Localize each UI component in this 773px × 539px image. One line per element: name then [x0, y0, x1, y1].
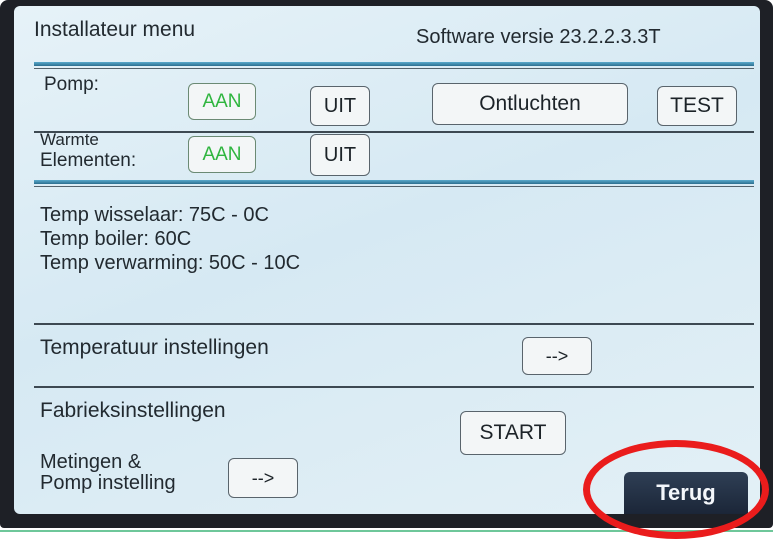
warmte-row-divider	[34, 180, 754, 184]
temperatuur-divider	[34, 386, 754, 388]
software-version: Software versie 23.2.2.3.3T	[416, 26, 661, 48]
temp-boiler: Temp boiler: 60C	[40, 228, 192, 250]
highlight-circle	[583, 440, 769, 539]
temp-verwarming: Temp verwarming: 50C - 10C	[40, 252, 301, 274]
header-divider-underline	[34, 68, 754, 69]
header-divider	[34, 62, 754, 66]
pomp-test-button[interactable]: TEST	[657, 86, 737, 126]
pomp-aan-button[interactable]: AAN	[188, 83, 256, 120]
temps-divider	[34, 323, 754, 325]
fabrieksinstellingen-label: Fabrieksinstellingen	[40, 399, 226, 422]
metingen-label-line2: Pomp instelling	[40, 472, 176, 494]
pomp-uit-button[interactable]: UIT	[310, 86, 370, 126]
warmte-label-line2: Elementen:	[40, 150, 137, 171]
touch-screen: Installateur menu Software versie 23.2.2…	[14, 6, 760, 514]
pomp-label: Pomp:	[44, 74, 99, 95]
metingen-label-line1: Metingen &	[40, 451, 142, 473]
temperatuur-instellingen-arrow-button[interactable]: -->	[522, 337, 592, 375]
fabrieksinstellingen-start-button[interactable]: START	[460, 411, 566, 455]
temp-wisselaar: Temp wisselaar: 75C - 0C	[40, 204, 269, 226]
warmte-row-divider-underline	[34, 186, 754, 187]
metingen-arrow-button[interactable]: -->	[228, 458, 298, 498]
warmte-uit-button[interactable]: UIT	[310, 134, 370, 176]
pomp-row-divider	[34, 131, 754, 133]
warmte-aan-button[interactable]: AAN	[188, 136, 256, 173]
temperatuur-instellingen-label: Temperatuur instellingen	[40, 336, 269, 359]
ontluchten-button[interactable]: Ontluchten	[432, 83, 628, 125]
warmte-label-line1: Warmte	[40, 130, 99, 149]
menu-title: Installateur menu	[34, 18, 196, 41]
